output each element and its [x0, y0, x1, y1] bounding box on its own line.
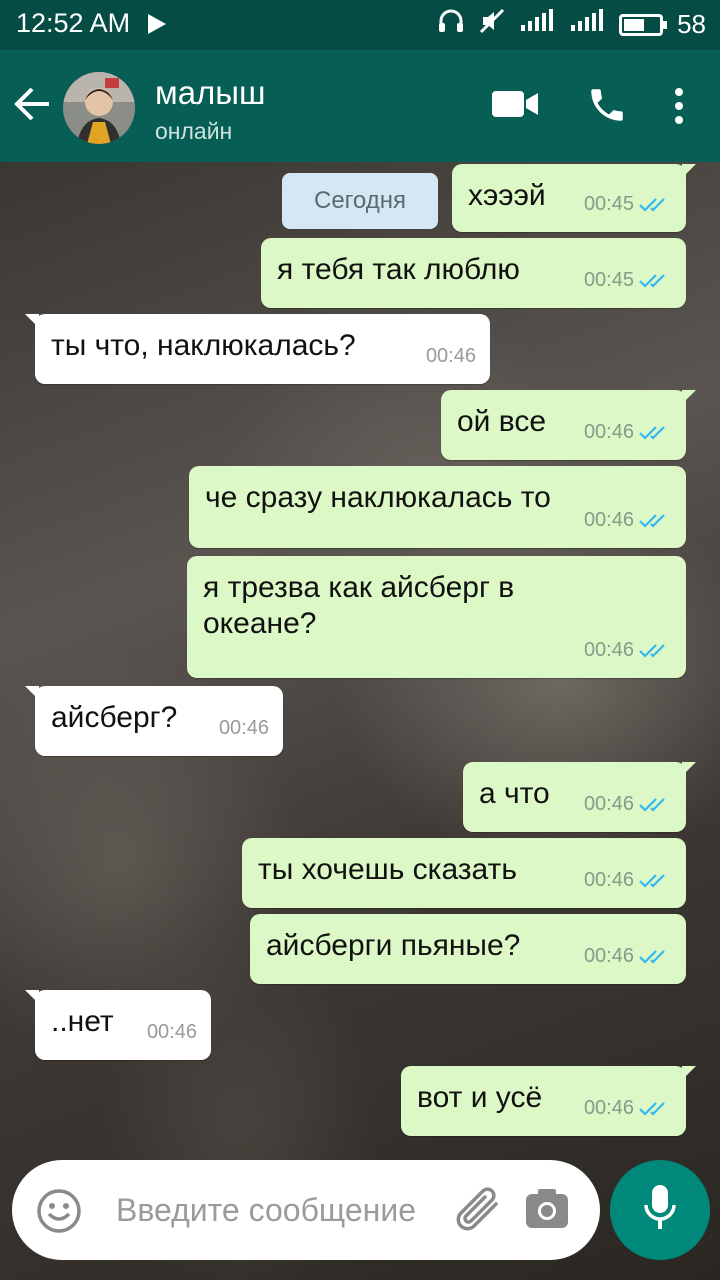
read-ticks-icon: [639, 514, 665, 528]
status-icons: 58: [437, 8, 706, 41]
message-bubble[interactable]: ты что, наклюкалась? 00:46: [25, 314, 490, 384]
signal-icon: [519, 9, 555, 40]
message-bubble[interactable]: ..нет 00:46: [25, 990, 211, 1060]
message-text: ты хочешь сказать: [258, 853, 517, 886]
more-vert-icon[interactable]: [672, 86, 686, 131]
read-ticks-icon: [639, 274, 665, 288]
message-time: 00:45: [583, 269, 634, 291]
emoji-icon[interactable]: [36, 1188, 82, 1239]
message-time: 00:46: [218, 717, 269, 739]
message-time: 00:46: [583, 1097, 634, 1119]
message-time: 00:46: [583, 509, 634, 531]
message-bubble[interactable]: хэээй 00:45: [452, 164, 696, 232]
message-input[interactable]: Введите сообщение: [116, 1192, 416, 1229]
status-bar: 12:52 AM 58: [0, 0, 720, 50]
headphones-icon: [437, 8, 465, 41]
message-bubble[interactable]: айсберг? 00:46: [25, 686, 283, 756]
message-time: 00:46: [583, 639, 634, 661]
camera-icon[interactable]: [524, 1188, 570, 1237]
message-bubble[interactable]: я тебя так люблю 00:45: [261, 238, 686, 308]
message-text: я трезва как айсберг в океане?: [203, 571, 515, 640]
message-text: айсберг?: [51, 701, 178, 734]
message-bubble[interactable]: вот и усё 00:46: [401, 1066, 696, 1136]
message-bubble[interactable]: ты хочешь сказать 00:46: [242, 838, 686, 908]
date-chip: Сегодня: [282, 173, 438, 229]
mute-icon: [479, 8, 505, 41]
message-time: 00:46: [583, 869, 634, 891]
signal-icon-2: [569, 9, 605, 40]
message-text: ой все: [457, 405, 547, 438]
mic-button[interactable]: [610, 1160, 710, 1260]
contact-name[interactable]: малыш: [155, 74, 266, 112]
read-ticks-icon: [639, 644, 665, 658]
message-bubble[interactable]: че сразу наклюкалась то 00:46: [189, 466, 686, 548]
message-text: че сразу наклюкалась то: [205, 481, 551, 514]
chat-header: малыш онлайн: [0, 50, 720, 162]
message-input-bar[interactable]: Введите сообщение: [12, 1160, 600, 1260]
message-text: ты что, наклюкалась?: [51, 329, 356, 362]
message-time: 00:46: [583, 421, 634, 443]
play-icon: [146, 12, 168, 41]
back-arrow-icon[interactable]: [12, 86, 52, 127]
message-text: айсберги пьяные?: [266, 929, 521, 962]
message-text: хэээй: [468, 179, 546, 212]
message-time: 00:45: [583, 193, 634, 215]
message-time: 00:46: [425, 345, 476, 367]
read-ticks-icon: [639, 198, 665, 212]
phone-icon[interactable]: [586, 84, 628, 131]
read-ticks-icon: [639, 798, 665, 812]
attach-icon[interactable]: [452, 1186, 504, 1239]
message-time: 00:46: [583, 793, 634, 815]
message-text: я тебя так люблю: [277, 253, 520, 286]
message-text: а что: [479, 777, 550, 810]
read-ticks-icon: [639, 1102, 665, 1116]
contact-status: онлайн: [155, 118, 233, 144]
message-bubble[interactable]: ой все 00:46: [441, 390, 696, 460]
message-time: 00:46: [146, 1021, 197, 1043]
battery-icon: [619, 13, 668, 36]
battery-fill: [624, 18, 645, 31]
mic-icon: [642, 1183, 678, 1238]
message-bubble[interactable]: а что 00:46: [463, 762, 696, 832]
message-text: вот и усё: [417, 1081, 543, 1114]
message-text: ..нет: [51, 1005, 114, 1038]
chat-area[interactable]: Сегодня хэээй 00:45 я тебя так люблю 00:…: [0, 162, 720, 1280]
read-ticks-icon: [639, 874, 665, 888]
message-time: 00:46: [583, 945, 634, 967]
message-bubble[interactable]: айсберги пьяные? 00:46: [250, 914, 686, 984]
read-ticks-icon: [639, 426, 665, 440]
read-ticks-icon: [639, 950, 665, 964]
battery-percent: 58: [677, 9, 706, 39]
message-bubble[interactable]: я трезва как айсберг в океане? 00:46: [187, 556, 686, 678]
avatar[interactable]: [63, 72, 135, 144]
video-call-icon[interactable]: [490, 88, 540, 125]
status-time: 12:52 AM: [16, 8, 131, 38]
